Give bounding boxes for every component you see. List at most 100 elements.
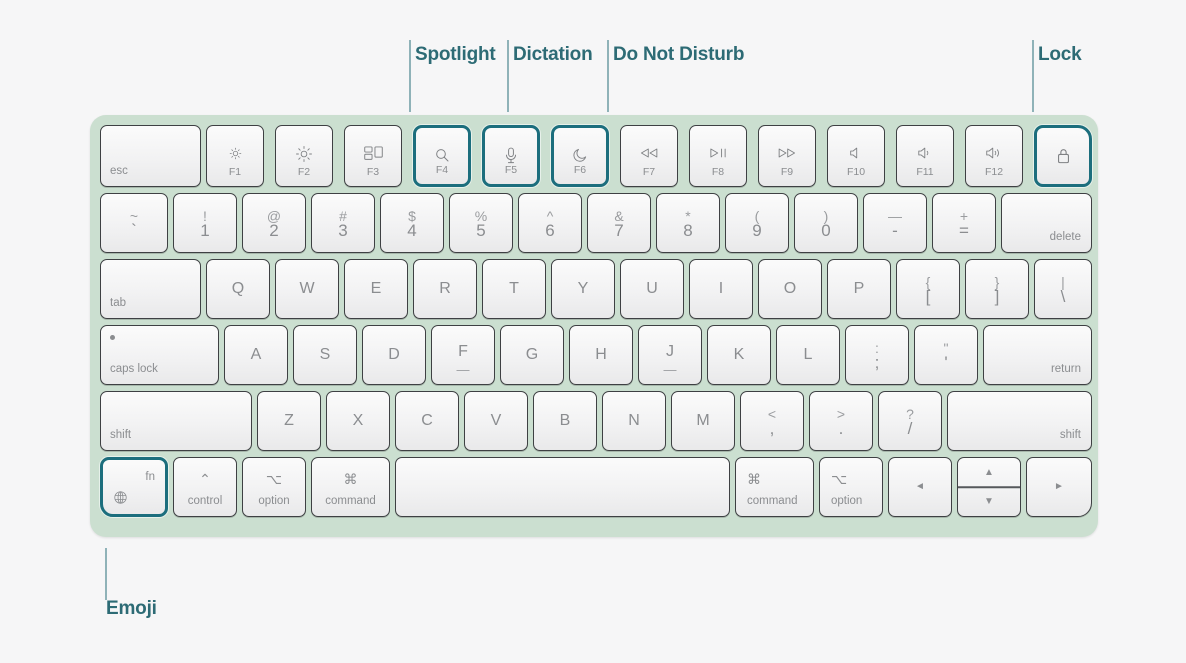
key-letter-c: C xyxy=(421,412,433,429)
key-label-f1: F1 xyxy=(228,165,242,178)
key-arrow-up-down[interactable]: ▲ ▼ xyxy=(957,457,1021,517)
key-digit-5[interactable]: % 5 xyxy=(449,193,513,253)
key-n[interactable]: N xyxy=(602,391,666,451)
key-letter-z: Z xyxy=(284,412,294,429)
key-c[interactable]: C xyxy=(395,391,459,451)
key-letter-w: W xyxy=(299,280,315,297)
key-f11[interactable]: F11 xyxy=(896,125,954,187)
key-digit-2[interactable]: @ 2 xyxy=(242,193,306,253)
key-lock-touch-id[interactable] xyxy=(1034,125,1092,187)
key-lower-digit-5: 5 xyxy=(476,221,486,240)
key-label-option-right: option xyxy=(831,494,863,507)
key-a[interactable]: A xyxy=(224,325,288,385)
key-slash[interactable]: ? / xyxy=(878,391,942,451)
key-digit-4[interactable]: $ 4 xyxy=(380,193,444,253)
key-semicolon[interactable]: : ; xyxy=(845,325,909,385)
key-equal[interactable]: + = xyxy=(932,193,996,253)
key-comma[interactable]: < , xyxy=(740,391,804,451)
key-digit-1[interactable]: ! 1 xyxy=(173,193,237,253)
key-bracket-left[interactable]: { [ xyxy=(896,259,960,319)
key-shift-left[interactable]: shift xyxy=(100,391,252,451)
key-f1[interactable]: F1 xyxy=(206,125,264,187)
key-label-esc: esc xyxy=(110,164,128,177)
key-label-f8: F8 xyxy=(711,165,725,178)
control-symbol-icon: ⌃ xyxy=(199,471,211,487)
key-u[interactable]: U xyxy=(620,259,684,319)
key-h[interactable]: H xyxy=(569,325,633,385)
key-f3[interactable]: F3 xyxy=(344,125,402,187)
key-digit-6[interactable]: ^ 6 xyxy=(518,193,582,253)
key-f9[interactable]: F9 xyxy=(758,125,816,187)
key-x[interactable]: X xyxy=(326,391,390,451)
key-shift-right[interactable]: shift xyxy=(947,391,1092,451)
key-space[interactable] xyxy=(395,457,730,517)
arrow-right-icon: ► xyxy=(1054,481,1064,492)
key-b[interactable]: B xyxy=(533,391,597,451)
key-f7[interactable]: F7 xyxy=(620,125,678,187)
key-w[interactable]: W xyxy=(275,259,339,319)
key-letter-e: E xyxy=(370,280,382,297)
key-r[interactable]: R xyxy=(413,259,477,319)
key-arrow-right[interactable]: ► xyxy=(1026,457,1092,517)
key-command-left[interactable]: ⌘ command xyxy=(311,457,390,517)
key-j[interactable]: J xyxy=(638,325,702,385)
key-v[interactable]: V xyxy=(464,391,528,451)
key-control[interactable]: ⌃ control xyxy=(173,457,237,517)
key-period[interactable]: > . xyxy=(809,391,873,451)
key-digit-7[interactable]: & 7 xyxy=(587,193,651,253)
key-l[interactable]: L xyxy=(776,325,840,385)
key-f6-do-not-disturb[interactable]: F6 xyxy=(551,125,609,187)
key-option-left[interactable]: ⌥ option xyxy=(242,457,306,517)
key-o[interactable]: O xyxy=(758,259,822,319)
annotation-label-spotlight: Spotlight xyxy=(415,44,496,65)
key-d[interactable]: D xyxy=(362,325,426,385)
key-z[interactable]: Z xyxy=(257,391,321,451)
arrow-up-icon[interactable]: ▲ xyxy=(958,458,1020,487)
key-g[interactable]: G xyxy=(500,325,564,385)
key-f4-spotlight[interactable]: F4 xyxy=(413,125,471,187)
key-return[interactable]: return xyxy=(983,325,1092,385)
key-m[interactable]: M xyxy=(671,391,735,451)
key-esc[interactable]: esc xyxy=(100,125,201,187)
key-digit-0[interactable]: ) 0 xyxy=(794,193,858,253)
key-backquote[interactable]: ~ ` xyxy=(100,193,168,253)
key-f[interactable]: F xyxy=(431,325,495,385)
key-lower-minus: - xyxy=(892,221,898,240)
arrow-down-icon[interactable]: ▼ xyxy=(958,487,1020,516)
key-e[interactable]: E xyxy=(344,259,408,319)
key-digit-9[interactable]: ( 9 xyxy=(725,193,789,253)
key-f8[interactable]: F8 xyxy=(689,125,747,187)
microphone-icon xyxy=(485,147,537,164)
key-fn-emoji[interactable]: fn xyxy=(100,457,168,517)
key-caps-lock[interactable]: caps lock xyxy=(100,325,219,385)
key-lower-bracket-left: [ xyxy=(925,287,931,306)
key-arrow-left[interactable]: ◄ xyxy=(888,457,952,517)
key-letter-j: J xyxy=(666,342,674,360)
command-symbol-icon-right: ⌘ xyxy=(747,471,761,487)
key-quote[interactable]: " ' xyxy=(914,325,978,385)
key-command-right[interactable]: ⌘ command xyxy=(735,457,814,517)
key-bracket-right[interactable]: } ] xyxy=(965,259,1029,319)
key-k[interactable]: K xyxy=(707,325,771,385)
key-f12[interactable]: F12 xyxy=(965,125,1023,187)
key-s[interactable]: S xyxy=(293,325,357,385)
key-label-delete: delete xyxy=(1049,230,1081,243)
key-minus[interactable]: — - xyxy=(863,193,927,253)
key-digit-3[interactable]: # 3 xyxy=(311,193,375,253)
key-letter-b: B xyxy=(559,412,571,429)
annotation-rule-do-not-disturb xyxy=(607,40,609,112)
key-p[interactable]: P xyxy=(827,259,891,319)
key-i[interactable]: I xyxy=(689,259,753,319)
key-y[interactable]: Y xyxy=(551,259,615,319)
key-f10[interactable]: F10 xyxy=(827,125,885,187)
key-letter-l: L xyxy=(803,346,813,363)
key-delete[interactable]: delete xyxy=(1001,193,1092,253)
key-f2[interactable]: F2 xyxy=(275,125,333,187)
key-f5-dictation[interactable]: F5 xyxy=(482,125,540,187)
key-digit-8[interactable]: * 8 xyxy=(656,193,720,253)
key-tab[interactable]: tab xyxy=(100,259,201,319)
key-t[interactable]: T xyxy=(482,259,546,319)
key-option-right[interactable]: ⌥ option xyxy=(819,457,883,517)
key-backslash[interactable]: | \ xyxy=(1034,259,1092,319)
key-q[interactable]: Q xyxy=(206,259,270,319)
